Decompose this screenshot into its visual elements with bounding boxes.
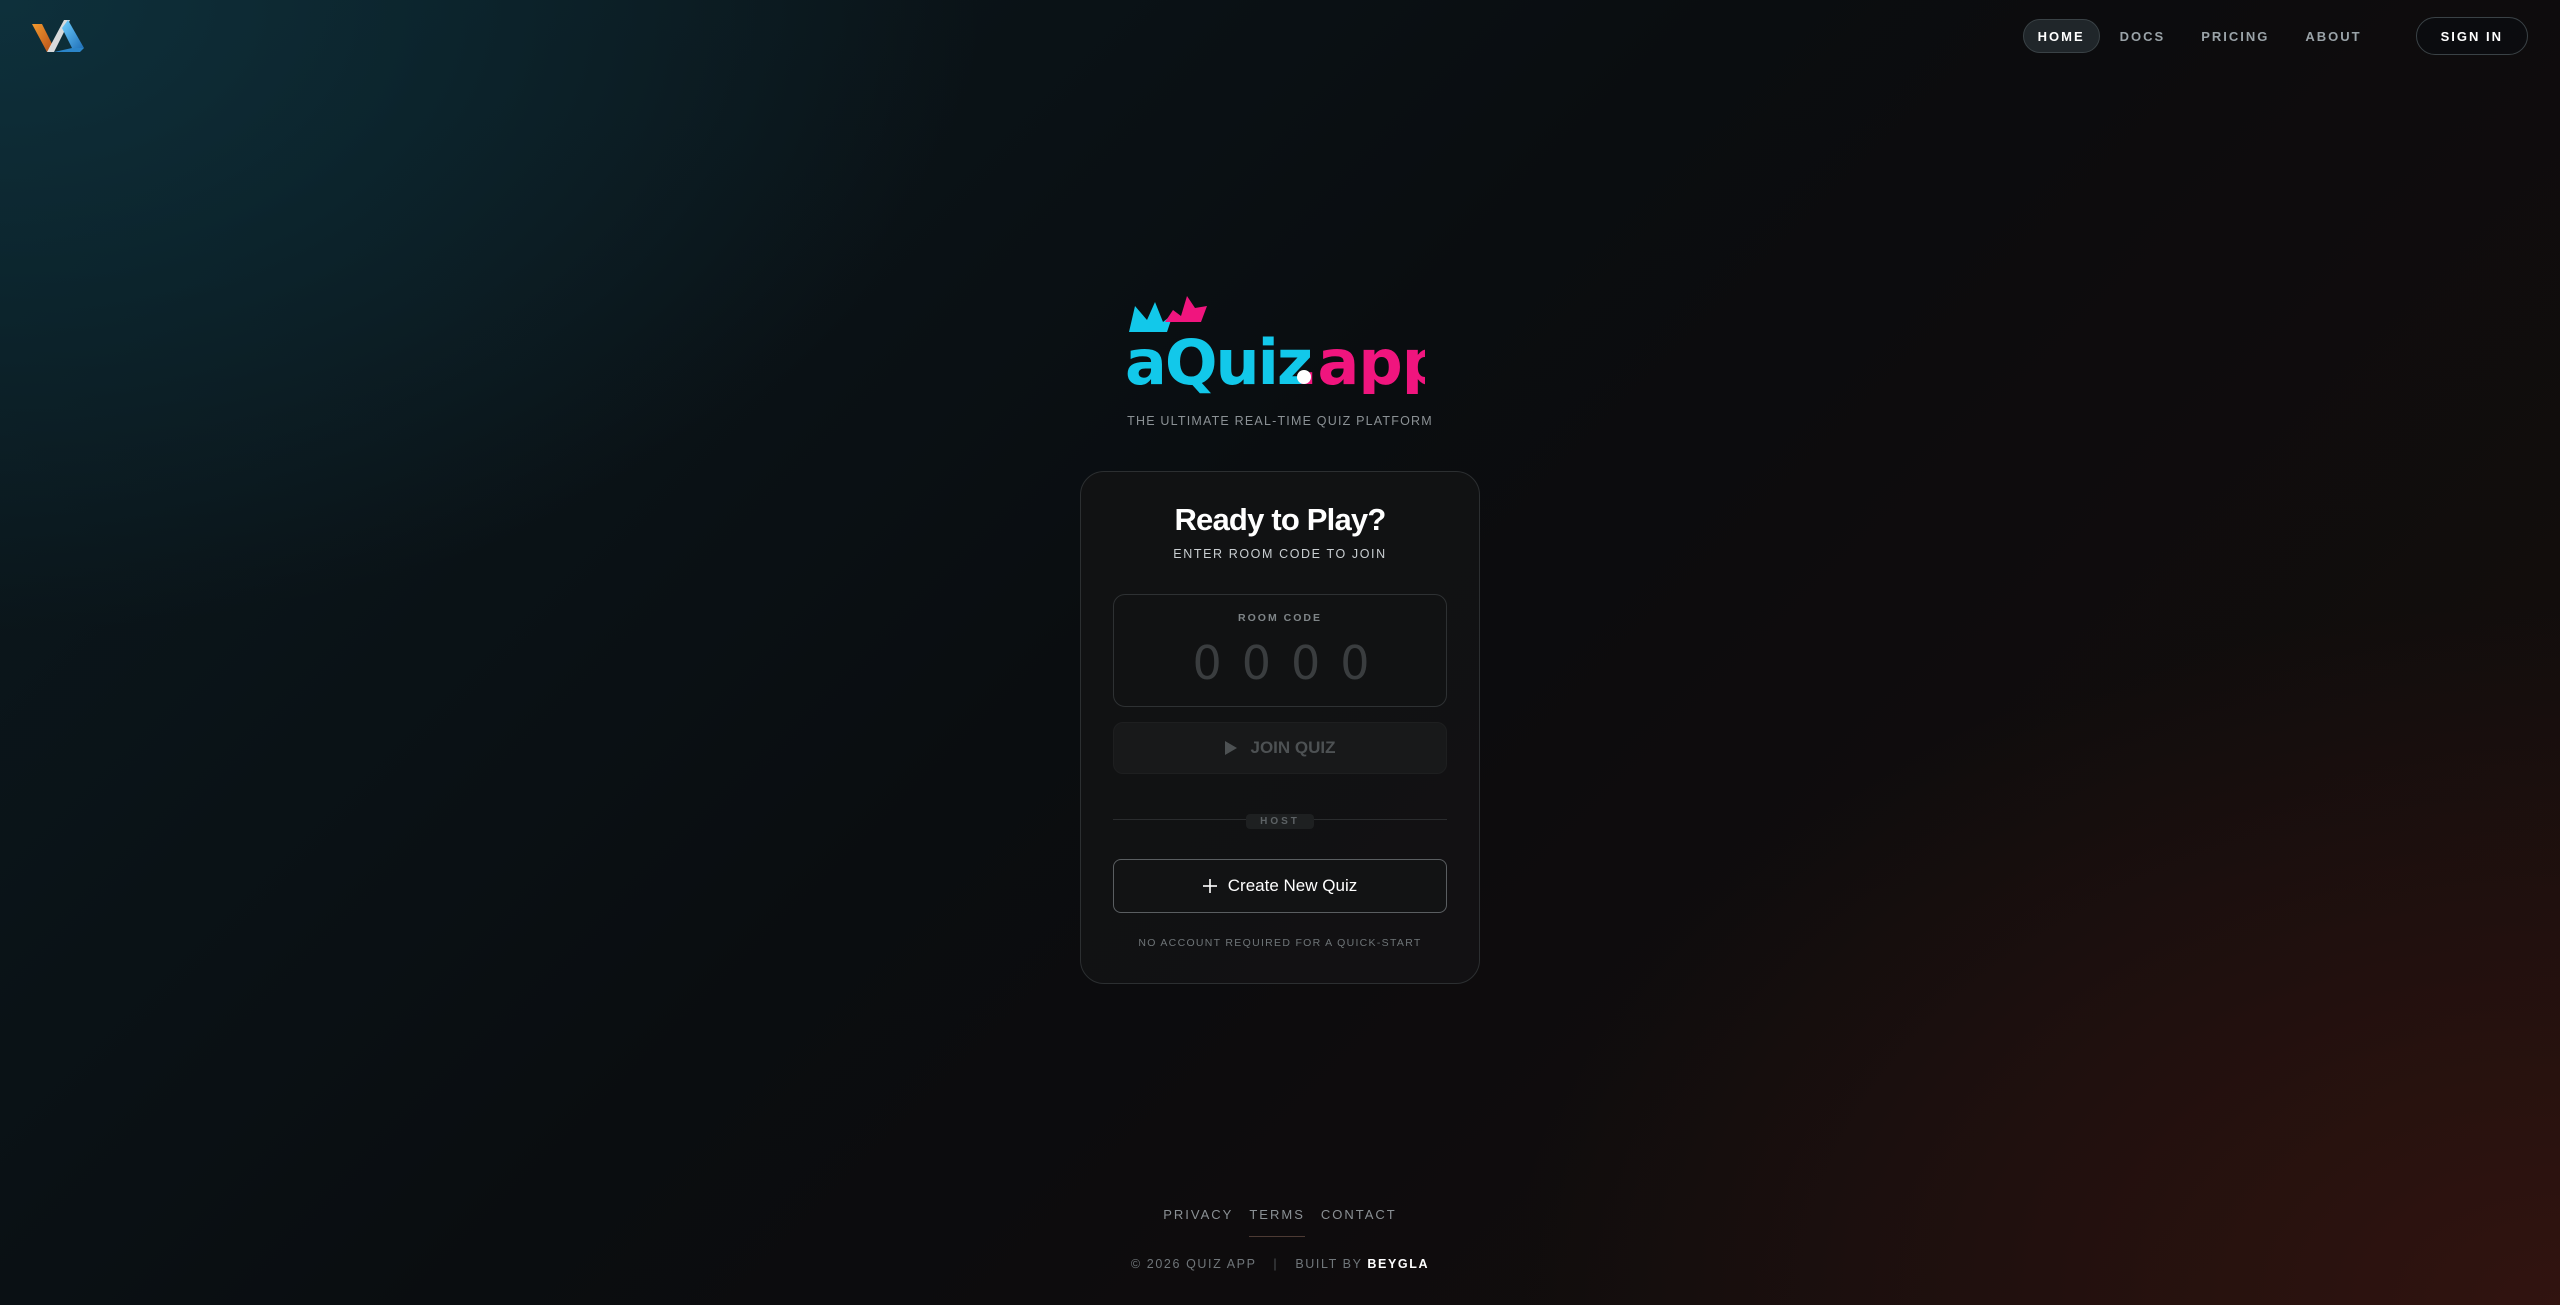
nav-docs[interactable]: DOCS [2104,19,2182,53]
built-by-prefix: BUILT BY [1295,1257,1363,1271]
nav-home[interactable]: HOME [2022,19,2100,53]
create-quiz-label: Create New Quiz [1227,876,1358,895]
main-nav: HOME DOCS PRICING ABOUT SIGN IN [2019,17,2528,55]
join-card: Ready to Play? ENTER ROOM CODE TO JOIN R… [1080,471,1480,984]
host-divider: HOST [1081,811,1479,829]
crown-pink-shape [1165,296,1207,322]
nav-pricing[interactable]: PRICING [2185,19,2285,53]
room-code-label: ROOM CODE [1238,612,1322,624]
built-by-link[interactable]: BEYGLA [1367,1257,1429,1271]
footer-privacy-link[interactable]: PRIVACY [1163,1207,1233,1237]
logo-dot-shape [1297,370,1311,384]
room-code-input[interactable] [1154,631,1408,695]
footer-terms-link[interactable]: TERMS [1249,1207,1305,1237]
card-subtitle: ENTER ROOM CODE TO JOIN [1173,547,1387,561]
plus-icon [1202,879,1217,893]
create-quiz-button[interactable]: Create New Quiz [1113,859,1447,913]
footer-contact-link[interactable]: CONTACT [1321,1207,1397,1237]
hero-logo: aQuiz .app [1125,292,1446,399]
join-quiz-button[interactable]: JOIN QUIZ [1113,722,1447,774]
host-label: HOST [1246,814,1314,829]
join-quiz-label: JOIN QUIZ [1250,738,1336,757]
play-icon [1225,741,1238,755]
copyright-text: © 2026 QUIZ APP [1130,1257,1257,1271]
tagline: THE ULTIMATE REAL-TIME QUIZ PLATFORM [1127,414,1433,428]
sign-in-button[interactable]: SIGN IN [2415,17,2528,55]
room-code-box: ROOM CODE [1113,594,1447,707]
logo-main-text: aQuiz [1125,326,1311,394]
footer-copyright: © 2026 QUIZ APP | BUILT BY BEYGLA [0,1257,2560,1271]
logo-suffix-text: .app [1295,326,1425,394]
brand-logo-icon[interactable] [32,18,86,56]
footer-separator: | [1273,1257,1279,1271]
quick-start-note: NO ACCOUNT REQUIRED FOR A QUICK-START [1138,937,1422,949]
nav-about[interactable]: ABOUT [2289,19,2377,53]
footer-links: PRIVACY TERMS CONTACT [0,1207,2560,1237]
card-title: Ready to Play? [1174,502,1386,537]
